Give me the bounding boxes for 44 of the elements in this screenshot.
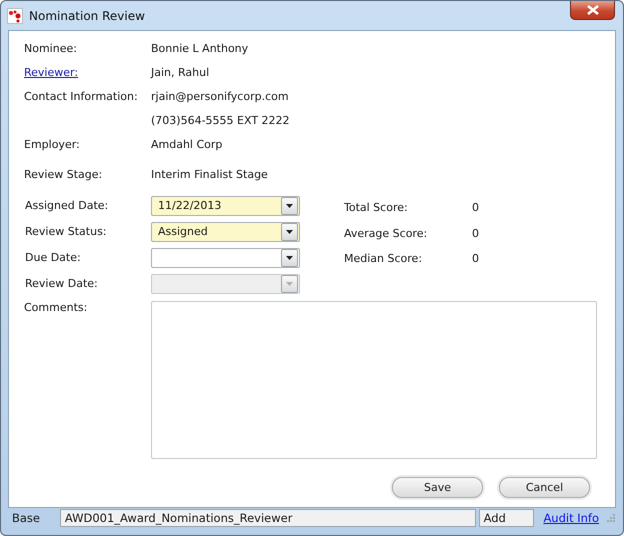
dialog-button[interactable]: Save (392, 477, 483, 498)
audit-info-link[interactable]: Audit Info (543, 511, 600, 525)
field-value: Interim Finalist Stage (151, 167, 269, 183)
field-label: Employer: (24, 137, 81, 153)
dropdown-arrow-button[interactable] (281, 248, 298, 266)
field-label: Due Date: (24, 251, 82, 264)
score-label: Total Score: (344, 201, 409, 214)
field-label: Review Date: (24, 277, 99, 290)
dropdown-arrow-button[interactable] (281, 196, 298, 214)
status-mode: Base (11, 511, 42, 525)
dropdown-arrow-button[interactable] (281, 222, 298, 240)
field-label: Nominee: (24, 41, 78, 57)
reviewer-link[interactable]: Reviewer: (24, 61, 151, 85)
field-label: Comments: (24, 301, 88, 316)
score-value: 0 (472, 226, 479, 240)
score-value: 0 (472, 201, 479, 214)
close-button[interactable] (570, 1, 615, 20)
status-form-name: AWD001_Award_Nominations_Reviewer (60, 509, 476, 527)
score-label: Average Score: (344, 226, 428, 240)
dialog-button[interactable]: Cancel (499, 477, 590, 498)
score-value: 0 (472, 252, 479, 266)
close-icon (586, 5, 600, 15)
field-value: (703)564-5555 EXT 2222 (151, 113, 291, 129)
app-logo-icon (7, 8, 23, 24)
status-action: Add (478, 509, 534, 527)
caret-icon (286, 256, 293, 260)
dropdown-field[interactable]: 11/22/2013 (151, 196, 300, 216)
score-label: Median Score: (344, 252, 424, 266)
window-title: Nomination Review (29, 8, 145, 22)
caret-icon (286, 230, 293, 234)
field-value: Jain, Rahul (151, 65, 210, 81)
field-label: Review Status: (24, 225, 108, 238)
field-value: rjain@personifycorp.com (151, 89, 290, 105)
field-value: Amdahl Corp (151, 137, 224, 153)
field-label: Review Stage: (24, 167, 104, 183)
resize-grip-icon (606, 513, 616, 523)
dropdown-field[interactable] (151, 248, 300, 268)
comments-field[interactable] (151, 301, 597, 459)
field-value: Bonnie L Anthony (151, 41, 250, 57)
dropdown-field[interactable]: Assigned (151, 222, 300, 242)
caret-icon (286, 204, 293, 208)
field-label: Assigned Date: (24, 199, 110, 212)
field-label: Contact Information: (24, 89, 139, 105)
caret-icon (286, 282, 293, 286)
